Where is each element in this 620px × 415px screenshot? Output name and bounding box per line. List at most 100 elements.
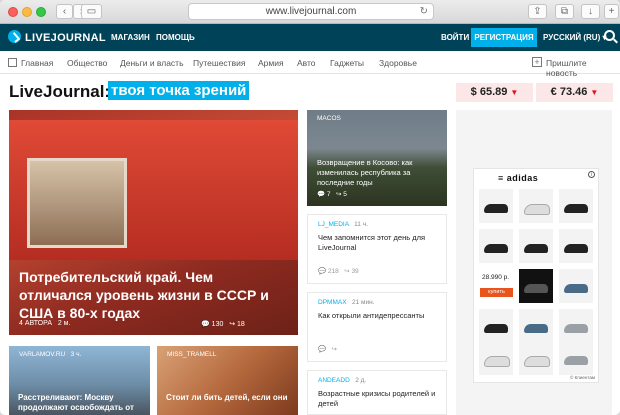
eur-rate-badge: € 73.46 ▼: [536, 83, 613, 102]
shoe-thumb[interactable]: [559, 269, 593, 303]
search-icon[interactable]: [604, 30, 615, 41]
zoom-window-button[interactable]: [36, 7, 46, 17]
adidas-ad[interactable]: ≡ adidas i 28.990 р. купить © Клиентам: [473, 168, 599, 383]
card-stats: 💬 7 ↪ 5: [317, 191, 347, 198]
login-link[interactable]: ВОЙТИ: [441, 33, 469, 42]
nav-item-money[interactable]: Деньги и власть: [120, 58, 184, 68]
card-title[interactable]: Возрастные кризисы родителей и детей: [318, 389, 443, 409]
repost-icon: ↪: [229, 321, 236, 328]
page-title: LiveJournal:: [9, 82, 111, 101]
shoe-thumb[interactable]: [519, 269, 553, 303]
card-user[interactable]: ANDEADD: [318, 377, 350, 384]
browser-window: ‹ › ▭ www.livejournal.com ↻ ⇪ ⧉ ↓ + LIVE…: [0, 0, 620, 415]
card-comments: 218: [327, 268, 339, 275]
feature-card[interactable]: Потребительский край. Чем отличался уров…: [9, 110, 298, 335]
card-title[interactable]: Расстреливают: Москву продолжают освобож…: [18, 393, 148, 413]
nav-item-gadgets[interactable]: Гаджеты: [330, 58, 364, 68]
shoe-thumb[interactable]: [479, 189, 513, 223]
tabs-icon[interactable]: ⧉: [555, 4, 574, 19]
bottom-card-varlamov[interactable]: VARLAMOV.RU 3 ч. Расстреливают: Москву п…: [9, 346, 150, 415]
new-tab-button[interactable]: +: [604, 4, 619, 19]
nav-item-army[interactable]: Армия: [258, 58, 284, 68]
plus-icon: +: [532, 57, 542, 67]
livejournal-logo[interactable]: LIVEJOURNAL: [8, 30, 106, 44]
ad-credit: © Клиентам: [570, 375, 595, 380]
reload-icon[interactable]: ↻: [420, 4, 428, 19]
category-nav: Главная Общество Деньги и власть Путешес…: [0, 51, 620, 78]
feature-stats: 💬 130 ↪ 18: [201, 320, 245, 328]
usd-rate-value: $ 65.89: [470, 86, 508, 98]
card-title[interactable]: Чем запомнится этот день для LiveJournal: [318, 233, 443, 253]
card-title[interactable]: Стоит ли бить детей, если они: [166, 393, 296, 403]
browser-toolbar: ‹ › ▭ www.livejournal.com ↻ ⇪ ⧉ ↓ +: [0, 0, 620, 24]
card-reposts: 39: [351, 268, 359, 275]
side-card-andeadd[interactable]: ANDEADD 2 д. Возрастные кризисы родителе…: [307, 370, 447, 415]
home-icon: [8, 58, 17, 67]
shop-link[interactable]: МАГАЗИН: [111, 33, 150, 42]
card-stats: 💬 218 ↪ 39: [318, 268, 359, 275]
shoe-thumb[interactable]: [559, 189, 593, 223]
buy-button[interactable]: купить: [480, 288, 513, 297]
side-card-dpmmax[interactable]: DPMMAX 21 мин. Как открыли антидепрессан…: [307, 292, 447, 362]
card-user-line: MISS_TRAMELL: [167, 351, 217, 358]
shoe-thumb[interactable]: [559, 229, 593, 263]
usd-rate-badge: $ 65.89 ▼: [456, 83, 533, 102]
logo-text: LIVEJOURNAL: [25, 32, 106, 44]
back-button[interactable]: ‹: [56, 4, 73, 19]
card-title[interactable]: Как открыли антидепрессанты: [318, 311, 443, 321]
shoe-thumb[interactable]: [519, 341, 553, 375]
card-user[interactable]: MACOS: [317, 115, 341, 122]
card-stats: 💬 ↪: [318, 346, 337, 353]
help-link[interactable]: ПОМОЩЬ: [156, 33, 195, 42]
nav-item-home[interactable]: Главная: [21, 58, 53, 68]
adidas-logo: ≡ adidas: [498, 173, 538, 183]
card-user[interactable]: DPMMAX: [318, 299, 347, 306]
down-arrow-icon: ▼: [590, 88, 599, 97]
shoe-thumb[interactable]: [559, 309, 593, 343]
side-card-kosovo[interactable]: MACOS Возвращение в Косово: как изменила…: [307, 110, 447, 206]
info-icon[interactable]: i: [588, 171, 595, 178]
nav-item-auto[interactable]: Авто: [297, 58, 316, 68]
card-time: 3 ч.: [70, 351, 82, 358]
shoe-thumb[interactable]: [479, 229, 513, 263]
shoe-thumb[interactable]: [519, 309, 553, 343]
down-arrow-icon: ▼: [510, 88, 519, 97]
card-user-line: LJ_MEDIA 11 ч.: [318, 221, 368, 228]
card-comments: 7: [326, 191, 331, 198]
shoe-thumb[interactable]: [519, 229, 553, 263]
nav-item-society[interactable]: Общество: [67, 58, 107, 68]
bottom-card-tramell[interactable]: MISS_TRAMELL Стоит ли бить детей, если о…: [157, 346, 298, 415]
feature-title[interactable]: Потребительский край. Чем отличался уров…: [19, 268, 289, 322]
nav-item-health[interactable]: Здоровье: [379, 58, 417, 68]
nav-item-travel[interactable]: Путешествия: [193, 58, 245, 68]
feature-reposts: 18: [237, 321, 245, 328]
address-text: www.livejournal.com: [265, 6, 357, 17]
share-icon[interactable]: ⇪: [528, 4, 547, 19]
price-tile[interactable]: 28.990 р. купить: [479, 269, 513, 303]
card-time: 21 мин.: [351, 299, 375, 306]
livejournal-pencil-icon: [8, 30, 21, 43]
shoe-thumb[interactable]: [479, 309, 513, 343]
title-row: LiveJournal: твоя точка зрений $ 65.89 ▼…: [0, 74, 620, 110]
van-window: [27, 158, 127, 248]
card-user[interactable]: VARLAMOV.RU: [19, 351, 65, 358]
address-bar[interactable]: www.livejournal.com ↻: [188, 3, 434, 20]
downloads-icon[interactable]: ↓: [581, 4, 600, 19]
language-label: РУССКИЙ (RU): [543, 33, 601, 42]
register-button[interactable]: РЕГИСТРАЦИЯ: [471, 28, 537, 47]
card-time: 11 ч.: [354, 221, 368, 228]
side-card-ljmedia[interactable]: LJ_MEDIA 11 ч. Чем запомнится этот день …: [307, 214, 447, 284]
card-user[interactable]: LJ_MEDIA: [318, 221, 349, 228]
sidebar-icon[interactable]: ▭: [81, 4, 102, 19]
shoe-thumb[interactable]: [479, 341, 513, 375]
comment-icon: 💬: [201, 321, 210, 328]
feature-time: 2 м.: [57, 320, 71, 327]
card-title[interactable]: Возвращение в Косово: как изменилась рес…: [317, 158, 442, 188]
ad-price: 28.990 р.: [482, 274, 510, 281]
language-select[interactable]: РУССКИЙ (RU) ▾: [543, 33, 607, 42]
shoe-thumb[interactable]: [559, 341, 593, 375]
card-user[interactable]: MISS_TRAMELL: [167, 351, 217, 358]
shoe-thumb[interactable]: [519, 189, 553, 223]
minimize-window-button[interactable]: [22, 7, 32, 17]
close-window-button[interactable]: [8, 7, 18, 17]
